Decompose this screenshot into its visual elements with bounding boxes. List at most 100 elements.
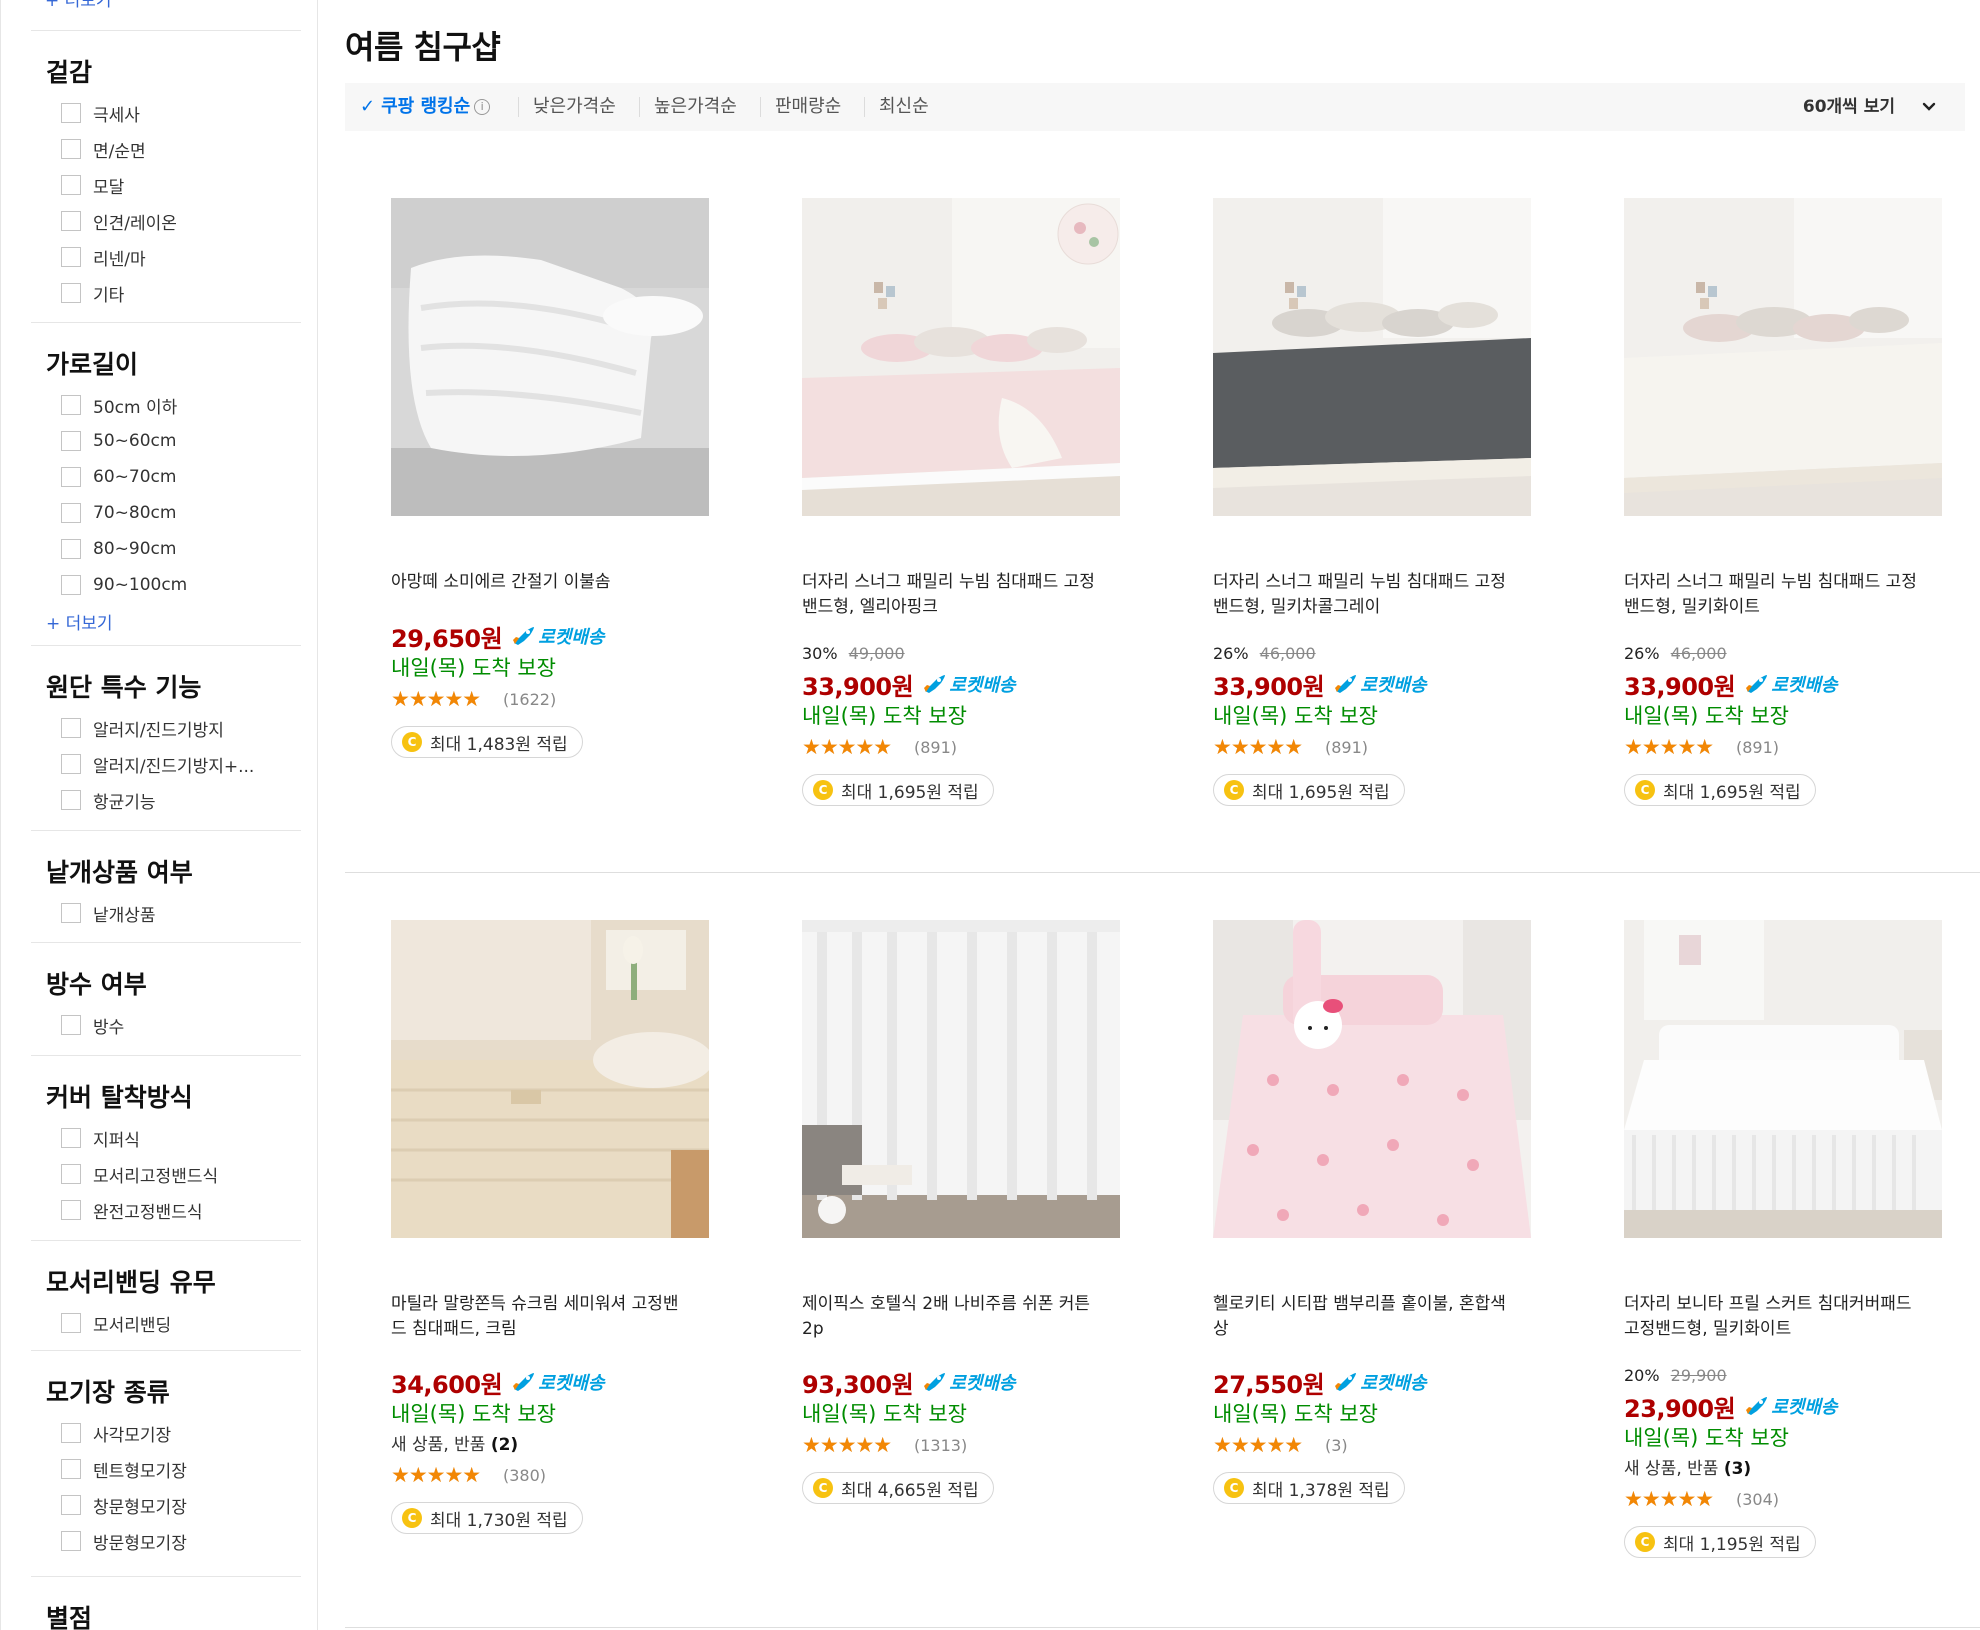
coin-icon: C: [1635, 1532, 1655, 1552]
product-name[interactable]: 더자리 보니타 프릴 스커트 침대커버패드 고정밴드형, 밀키화이트: [1624, 1292, 1924, 1342]
product-card[interactable]: 마틸라 말랑쫀득 슈크림 세미워셔 고정밴드 침대패드, 크림 34,600원 …: [391, 920, 711, 1534]
filter-option[interactable]: 면/순면: [61, 131, 146, 167]
reward-badge: C 최대 1,195원 적립: [1624, 1526, 1816, 1558]
filter-checkbox[interactable]: [61, 539, 81, 559]
product-name[interactable]: 더자리 스너그 패밀리 누빔 침대패드 고정밴드형, 엘리아핑크: [802, 570, 1102, 620]
product-name[interactable]: 더자리 스너그 패밀리 누빔 침대패드 고정밴드형, 밀키차콜그레이: [1213, 570, 1513, 620]
star-icon: ★★★★★: [802, 737, 892, 757]
price-line: 34,600원 로켓배송: [391, 1366, 721, 1399]
star-icon: ★★★★★: [391, 689, 481, 709]
product-image[interactable]: [391, 920, 709, 1238]
filter-option[interactable]: 모달: [61, 167, 124, 203]
product-name[interactable]: 아망떼 소미에르 간절기 이불솜: [391, 570, 691, 595]
filter-option[interactable]: 항균기능: [61, 782, 156, 818]
filter-option[interactable]: 극세사: [61, 95, 140, 131]
info-icon[interactable]: i: [474, 99, 491, 115]
product-name[interactable]: 제이픽스 호텔식 2배 나비주름 쉬폰 커튼 2p: [802, 1292, 1102, 1342]
sort-option[interactable]: 높은가격순: [654, 83, 737, 131]
filter-checkbox[interactable]: [61, 1015, 81, 1035]
filter-option[interactable]: 알러지/진드기방지+...: [61, 746, 254, 782]
product-name[interactable]: 헬로키티 시티팝 뱀부리플 홑이불, 혼합색상: [1213, 1292, 1513, 1342]
chevron-down-icon[interactable]: [1919, 97, 1939, 117]
product-image[interactable]: [1624, 198, 1942, 516]
filter-checkbox[interactable]: [61, 283, 81, 303]
filter-option[interactable]: 리넨/마: [61, 239, 146, 275]
filter-checkbox[interactable]: [61, 718, 81, 738]
filter-checkbox[interactable]: [61, 1495, 81, 1515]
filter-checkbox[interactable]: [61, 754, 81, 774]
filter-option[interactable]: 방문형모기장: [61, 1523, 187, 1559]
filter-checkbox[interactable]: [61, 431, 81, 451]
filter-checkbox[interactable]: [61, 1128, 81, 1148]
product-image[interactable]: [802, 198, 1120, 516]
used-product-link[interactable]: 새 상품, 반품 (3): [1624, 1454, 1954, 1484]
filter-checkbox[interactable]: [61, 790, 81, 810]
filter-checkbox[interactable]: [61, 467, 81, 487]
arrival-guarantee: 내일(목) 도착 보장: [1624, 704, 1789, 728]
filter-checkbox[interactable]: [61, 1313, 81, 1333]
filter-option[interactable]: 지퍼식: [61, 1120, 140, 1156]
filter-checkbox[interactable]: [61, 1531, 81, 1551]
star-icon: ★★★★★: [1213, 1435, 1303, 1455]
sort-option[interactable]: 최신순: [879, 83, 929, 131]
filter-more-link[interactable]: + 더보기: [45, 0, 112, 11]
filter-option[interactable]: 완전고정밴드식: [61, 1192, 202, 1228]
filter-checkbox[interactable]: [61, 175, 81, 195]
filter-checkbox[interactable]: [61, 1423, 81, 1443]
per-page-select[interactable]: 60개씩 보기: [1803, 83, 1895, 131]
filter-option[interactable]: 방수: [61, 1007, 124, 1043]
product-card[interactable]: 더자리 스너그 패밀리 누빔 침대패드 고정밴드형, 엘리아핑크 30% 49,…: [802, 198, 1122, 806]
product-card[interactable]: 헬로키티 시티팝 뱀부리플 홑이불, 혼합색상 27,550원 로켓배송 내일(…: [1213, 920, 1533, 1520]
filter-checkbox[interactable]: [61, 1164, 81, 1184]
filter-option-label: 방문형모기장: [93, 1533, 187, 1554]
filter-checkbox[interactable]: [61, 395, 81, 415]
filter-option[interactable]: 70~80cm: [61, 495, 176, 531]
filter-option[interactable]: 인견/레이온: [61, 203, 177, 239]
sort-option[interactable]: 판매량순: [775, 83, 841, 131]
product-card[interactable]: 더자리 보니타 프릴 스커트 침대커버패드 고정밴드형, 밀키화이트 20% 2…: [1624, 920, 1944, 1558]
product-image[interactable]: [1624, 920, 1942, 1238]
filter-option[interactable]: 50~60cm: [61, 423, 176, 459]
filter-option[interactable]: 알러지/진드기방지: [61, 710, 224, 746]
filter-checkbox[interactable]: [61, 139, 81, 159]
filter-option[interactable]: 50cm 이하: [61, 387, 177, 423]
sort-divider: [760, 97, 761, 117]
filter-checkbox[interactable]: [61, 575, 81, 595]
filter-more-link[interactable]: + 더보기: [46, 609, 113, 634]
filter-checkbox[interactable]: [61, 903, 81, 923]
filter-checkbox[interactable]: [61, 1459, 81, 1479]
product-card[interactable]: 더자리 스너그 패밀리 누빔 침대패드 고정밴드형, 밀키차콜그레이 26% 4…: [1213, 198, 1533, 806]
filter-option[interactable]: 60~70cm: [61, 459, 176, 495]
product-card[interactable]: 더자리 스너그 패밀리 누빔 침대패드 고정밴드형, 밀키화이트 26% 46,…: [1624, 198, 1944, 806]
filter-option[interactable]: 창문형모기장: [61, 1487, 187, 1523]
filter-option[interactable]: 80~90cm: [61, 531, 176, 567]
product-name[interactable]: 더자리 스너그 패밀리 누빔 침대패드 고정밴드형, 밀키화이트: [1624, 570, 1924, 620]
filter-option[interactable]: 낱개상품: [61, 895, 156, 931]
product-image[interactable]: [391, 198, 709, 516]
filter-checkbox[interactable]: [61, 503, 81, 523]
filter-option[interactable]: 모서리고정밴드식: [61, 1156, 218, 1192]
filter-option[interactable]: 모서리밴딩: [61, 1305, 171, 1341]
product-card[interactable]: 제이픽스 호텔식 2배 나비주름 쉬폰 커튼 2p 93,300원 로켓배송 내…: [802, 920, 1122, 1520]
product-card[interactable]: 아망떼 소미에르 간절기 이불솜 29,650원 로켓배송 내일(목) 도착 보…: [391, 198, 711, 798]
product-image[interactable]: [1213, 198, 1531, 516]
filter-checkbox[interactable]: [61, 1200, 81, 1220]
product-name[interactable]: 마틸라 말랑쫀득 슈크림 세미워셔 고정밴드 침대패드, 크림: [391, 1292, 691, 1342]
filter-checkbox[interactable]: [61, 103, 81, 123]
sort-option[interactable]: 낮은가격순: [533, 83, 616, 131]
product-photo: [391, 198, 709, 516]
filter-checkbox[interactable]: [61, 211, 81, 231]
sort-option[interactable]: ✓ 쿠팡 랭킹순 i: [360, 83, 491, 131]
product-image[interactable]: [802, 920, 1120, 1238]
filter-section: 별점: [31, 1576, 301, 1630]
star-icon: ★★★★★: [1624, 737, 1714, 757]
filter-option[interactable]: 90~100cm: [61, 567, 187, 603]
review-count: (891): [1325, 737, 1369, 757]
filter-option[interactable]: 기타: [61, 275, 124, 311]
filter-checkbox[interactable]: [61, 247, 81, 267]
used-product-link[interactable]: 새 상품, 반품 (2): [391, 1430, 721, 1460]
product-image[interactable]: [1213, 920, 1531, 1238]
filter-option[interactable]: 사각모기장: [61, 1415, 171, 1451]
filter-option-label: 항균기능: [93, 792, 156, 813]
filter-option[interactable]: 텐트형모기장: [61, 1451, 187, 1487]
